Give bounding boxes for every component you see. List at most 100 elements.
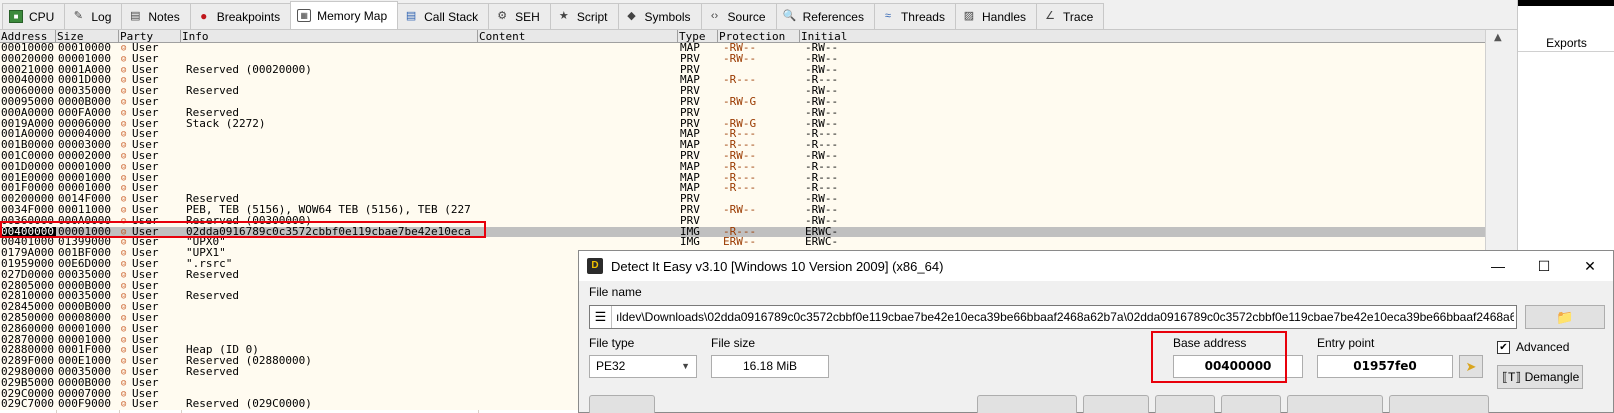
cell-content	[479, 205, 677, 216]
strip-button[interactable]	[1389, 395, 1489, 413]
cell-type: PRV	[680, 64, 700, 76]
exports-header[interactable]: Exports	[1518, 34, 1614, 52]
base-address-value[interactable]: 00400000	[1173, 355, 1303, 378]
table-row[interactable]: 00360000 000A0000 ☺ User Reserved (00300000)…	[0, 215, 1485, 227]
table-row[interactable]: 001D0000 00001000 ☺ User MAP -R--- -R---	[0, 161, 1485, 173]
strip-button[interactable]	[977, 395, 1077, 413]
cell-size: 00035000	[58, 366, 111, 378]
table-row[interactable]: 0019A000 00006000 ☺ User Stack (2272) PRV -RW-…	[0, 118, 1485, 130]
party-text: User	[132, 334, 159, 346]
die-title-bar[interactable]: D Detect It Easy v3.10 [Windows 10 Versi…	[579, 251, 1613, 281]
strip-button[interactable]	[1287, 395, 1383, 413]
tab-threads[interactable]: ≈ Threads	[873, 3, 956, 29]
cell-type: MAP	[680, 140, 700, 151]
tab-memory-map[interactable]: ▦ Memory Map	[290, 1, 399, 29]
table-row[interactable]: 00060000 00035000 ☺ User Reserved PRV -RW--	[0, 86, 1485, 97]
table-row[interactable]: 00020000 00001000 ☺ User PRV -RW-- -RW--	[0, 53, 1485, 65]
table-row[interactable]: 00401000 01399000 ☺ User "UPX0" IMG ERW-- ERWC-	[0, 237, 1485, 249]
entry-point-value[interactable]: 01957fe0	[1317, 355, 1453, 378]
table-row[interactable]: 00095000 0000B000 ☺ User PRV -RW-G -RW--	[0, 96, 1485, 108]
cell-protection: -RW--	[723, 53, 757, 65]
detect-it-easy-window[interactable]: D Detect It Easy v3.10 [Windows 10 Versi…	[578, 250, 1614, 413]
cell-address: 00020000	[1, 53, 54, 65]
cell-size: 000E1000	[58, 356, 111, 367]
cell-size: 0000B000	[58, 377, 111, 389]
table-row[interactable]: 00010000 00010000 ☺ User MAP -RW-- -RW--	[0, 43, 1485, 54]
cell-size: 00007000	[58, 388, 111, 400]
tab-symbols[interactable]: ◆ Symbols	[617, 3, 702, 29]
column-header-type[interactable]: Type	[678, 30, 718, 43]
open-folder-button[interactable]: 📁	[1525, 305, 1605, 329]
strip-button[interactable]	[1221, 395, 1281, 413]
table-row[interactable]: 0034F000 00011000 ☺ User PEB, TEB (5156), WO…	[0, 204, 1485, 216]
cell-content	[479, 173, 677, 184]
cell-protection: -R---	[723, 172, 757, 184]
demangle-button[interactable]: ⟦T⟧ Demangle	[1497, 365, 1583, 389]
minimize-icon[interactable]: —	[1475, 251, 1521, 281]
tab-trace[interactable]: ∠ Trace	[1036, 3, 1105, 29]
menu-icon[interactable]: ☰	[590, 306, 612, 328]
file-name-field[interactable]: ☰ ıldev\Downloads\02dda0916789c0c3572cbb…	[589, 305, 1517, 329]
tab-notes[interactable]: ▤ Notes	[121, 3, 191, 29]
user-icon: ☺	[121, 54, 127, 65]
party-text: User	[132, 129, 159, 141]
file-type-select[interactable]: PE32 ▼	[589, 355, 697, 378]
table-row[interactable]: 001E0000 00001000 ☺ User MAP -R--- -R---	[0, 172, 1485, 184]
tab-cpu[interactable]: ■ CPU	[2, 3, 66, 29]
tab-source[interactable]: ‹› Source	[700, 3, 777, 29]
cell-party: ☺ User	[120, 119, 181, 130]
table-row[interactable]: 001B0000 00003000 ☺ User MAP -R--- -R---	[0, 140, 1485, 151]
table-row[interactable]: 00200000 0014F000 ☺ User Reserved PRV -RW--	[0, 194, 1485, 205]
party-text: User	[132, 53, 159, 65]
cell-type: MAP	[680, 129, 700, 141]
tab-call-stack[interactable]: ▤ Call Stack	[397, 3, 490, 29]
table-row[interactable]: 00400000 00001000 ☺ User 02dda0916789c0c3572…	[0, 226, 1485, 238]
cell-party: ☺ User	[120, 345, 181, 356]
cell-type: IMG	[680, 237, 700, 249]
strip-button[interactable]	[589, 395, 655, 413]
column-header-size[interactable]: Size	[56, 30, 119, 43]
column-header-content[interactable]: Content	[478, 30, 678, 43]
advanced-checkbox[interactable]: ✔ Advanced	[1497, 340, 1569, 354]
strip-button[interactable]	[1155, 395, 1215, 413]
tab-references[interactable]: 🔍 References	[775, 3, 875, 29]
user-icon: ☺	[121, 270, 127, 281]
tab-script[interactable]: ★ Script	[549, 3, 619, 29]
go-entry-point-button[interactable]: ➤	[1459, 355, 1483, 378]
column-header-address[interactable]: Address	[0, 30, 56, 43]
cell-content	[479, 108, 677, 119]
party-text: User	[132, 258, 159, 270]
column-header-party[interactable]: Party	[119, 30, 181, 43]
cell-initial: -R---	[805, 183, 839, 195]
cell-type: PRV	[680, 204, 700, 216]
user-icon: ☺	[121, 173, 127, 184]
cell-info: 02dda0916789c0c3572cbbf0e119cbae7be42e10…	[186, 226, 471, 238]
cell-protection: -RW--	[723, 43, 757, 54]
table-row[interactable]: 001A0000 00004000 ☺ User MAP -R--- -R---	[0, 129, 1485, 141]
column-header-protection[interactable]: Protection	[718, 30, 800, 43]
table-row[interactable]: 00040000 0001D000 ☺ User MAP -R--- -R---	[0, 75, 1485, 87]
strip-button[interactable]	[1083, 395, 1149, 413]
cell-type: PRV	[680, 107, 700, 119]
tab-handles[interactable]: ▨ Handles	[954, 3, 1038, 29]
screen: ■ CPU ✎ Log ▤ Notes ● Breakpoints ▦ Memory Map ▤ Ca…	[0, 0, 1614, 413]
tab-seh[interactable]: ⚙ SEH	[488, 3, 551, 29]
close-icon[interactable]: ✕	[1567, 251, 1613, 281]
table-row[interactable]: 001C0000 00002000 ☺ User PRV -RW-- -RW--	[0, 150, 1485, 162]
tab-breakpoints[interactable]: ● Breakpoints	[189, 3, 292, 29]
column-header-info[interactable]: Info	[181, 30, 478, 43]
table-row[interactable]: 001F0000 00001000 ☺ User MAP -R--- -R---	[0, 183, 1485, 195]
tab-log[interactable]: ✎ Log	[64, 3, 123, 29]
column-header-initial[interactable]: Initial	[800, 30, 1460, 43]
table-row[interactable]: 00021000 0001A000 ☺ User Reserved (00020000)…	[0, 64, 1485, 76]
party-text: User	[132, 226, 159, 238]
chevron-down-icon: ▼	[681, 361, 690, 371]
scroll-up-icon[interactable]: ▲	[1494, 32, 1502, 43]
file-name-input[interactable]: ıldev\Downloads\02dda0916789c0c3572cbbf0…	[616, 306, 1514, 328]
cell-party: ☺ User	[120, 389, 181, 400]
maximize-icon[interactable]: ☐	[1521, 251, 1567, 281]
table-row[interactable]: 000A0000 000FA000 ☺ User Reserved PRV -RW--	[0, 107, 1485, 119]
user-icon: ☺	[121, 130, 127, 141]
cell-content	[479, 129, 677, 140]
cell-party: ☺ User	[120, 65, 181, 76]
